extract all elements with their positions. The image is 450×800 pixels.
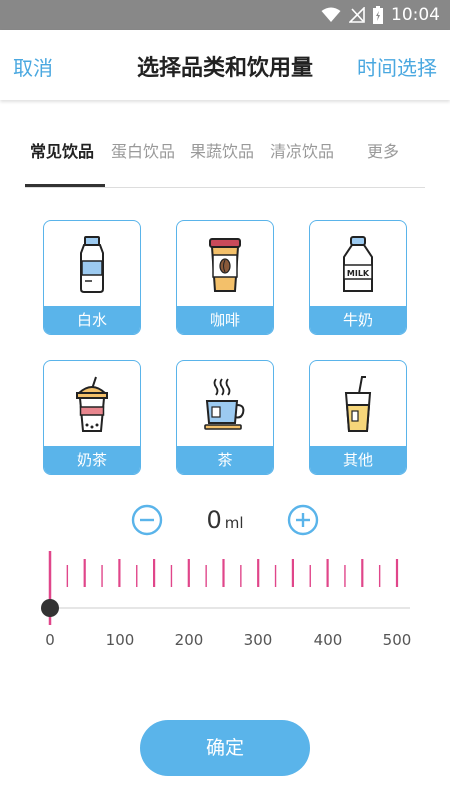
tab-more[interactable]: 更多 [367,138,399,162]
ruler-label-400: 400 [313,631,343,649]
tab-fruit-veg-drinks[interactable]: 果蔬饮品 [190,138,254,162]
ruler-handle[interactable] [41,599,59,617]
amount-value: 0 [206,506,222,534]
tab-indicator [25,184,105,187]
drink-card-coffee[interactable]: 咖啡 [176,220,274,335]
status-time: 10:04 [391,5,440,25]
drink-label: 其他 [310,446,406,474]
drink-card-milk[interactable]: MILK 牛奶 [309,220,407,335]
amount-display: 0 ml [0,506,450,534]
plus-icon[interactable] [287,504,319,536]
header: 取消 选择品类和饮用量 时间选择 [0,30,450,100]
tab-common-drinks[interactable]: 常见饮品 [30,138,94,162]
confirm-button[interactable]: 确定 [140,720,310,776]
amount-stepper: 0 ml [0,500,450,544]
drink-card-water[interactable]: 白水 [43,220,141,335]
coffee-cup-icon [177,235,272,295]
drink-card-milk-tea[interactable]: 奶茶 [43,360,141,475]
ruler-label-100: 100 [105,631,135,649]
wifi-icon [321,7,341,22]
no-signal-icon [349,7,365,23]
milk-bottle-icon: MILK [310,235,405,295]
time-select-button[interactable]: 时间选择 [357,52,437,81]
drink-label: 奶茶 [44,446,140,474]
ruler-label-0: 0 [45,631,55,649]
status-icons: 10:04 [321,0,440,30]
battery-icon [373,6,383,24]
drink-card-other[interactable]: 其他 [309,360,407,475]
ruler-ticks [41,551,410,625]
drink-label: 咖啡 [177,306,273,334]
tab-protein-drinks[interactable]: 蛋白饮品 [111,138,175,162]
tea-cup-icon [177,375,272,435]
drink-label: 白水 [44,306,140,334]
juice-glass-icon [310,375,405,435]
ruler-label-500: 500 [382,631,412,649]
svg-text:MILK: MILK [346,269,369,278]
milk-tea-icon [44,375,139,435]
drink-label: 牛奶 [310,306,406,334]
drink-card-tea[interactable]: 茶 [176,360,274,475]
amount-unit: ml [224,514,244,532]
category-tabs: 常见饮品 蛋白饮品 果蔬饮品 清凉饮品 更多 [25,138,425,188]
drink-label: 茶 [177,446,273,474]
amount-ruler[interactable]: 0 100 200 300 400 500 [0,545,450,665]
ruler-label-300: 300 [243,631,273,649]
water-bottle-icon [44,235,139,295]
status-bar: 10:04 [0,0,450,30]
tab-cool-drinks[interactable]: 清凉饮品 [270,138,334,162]
ruler-label-200: 200 [174,631,204,649]
